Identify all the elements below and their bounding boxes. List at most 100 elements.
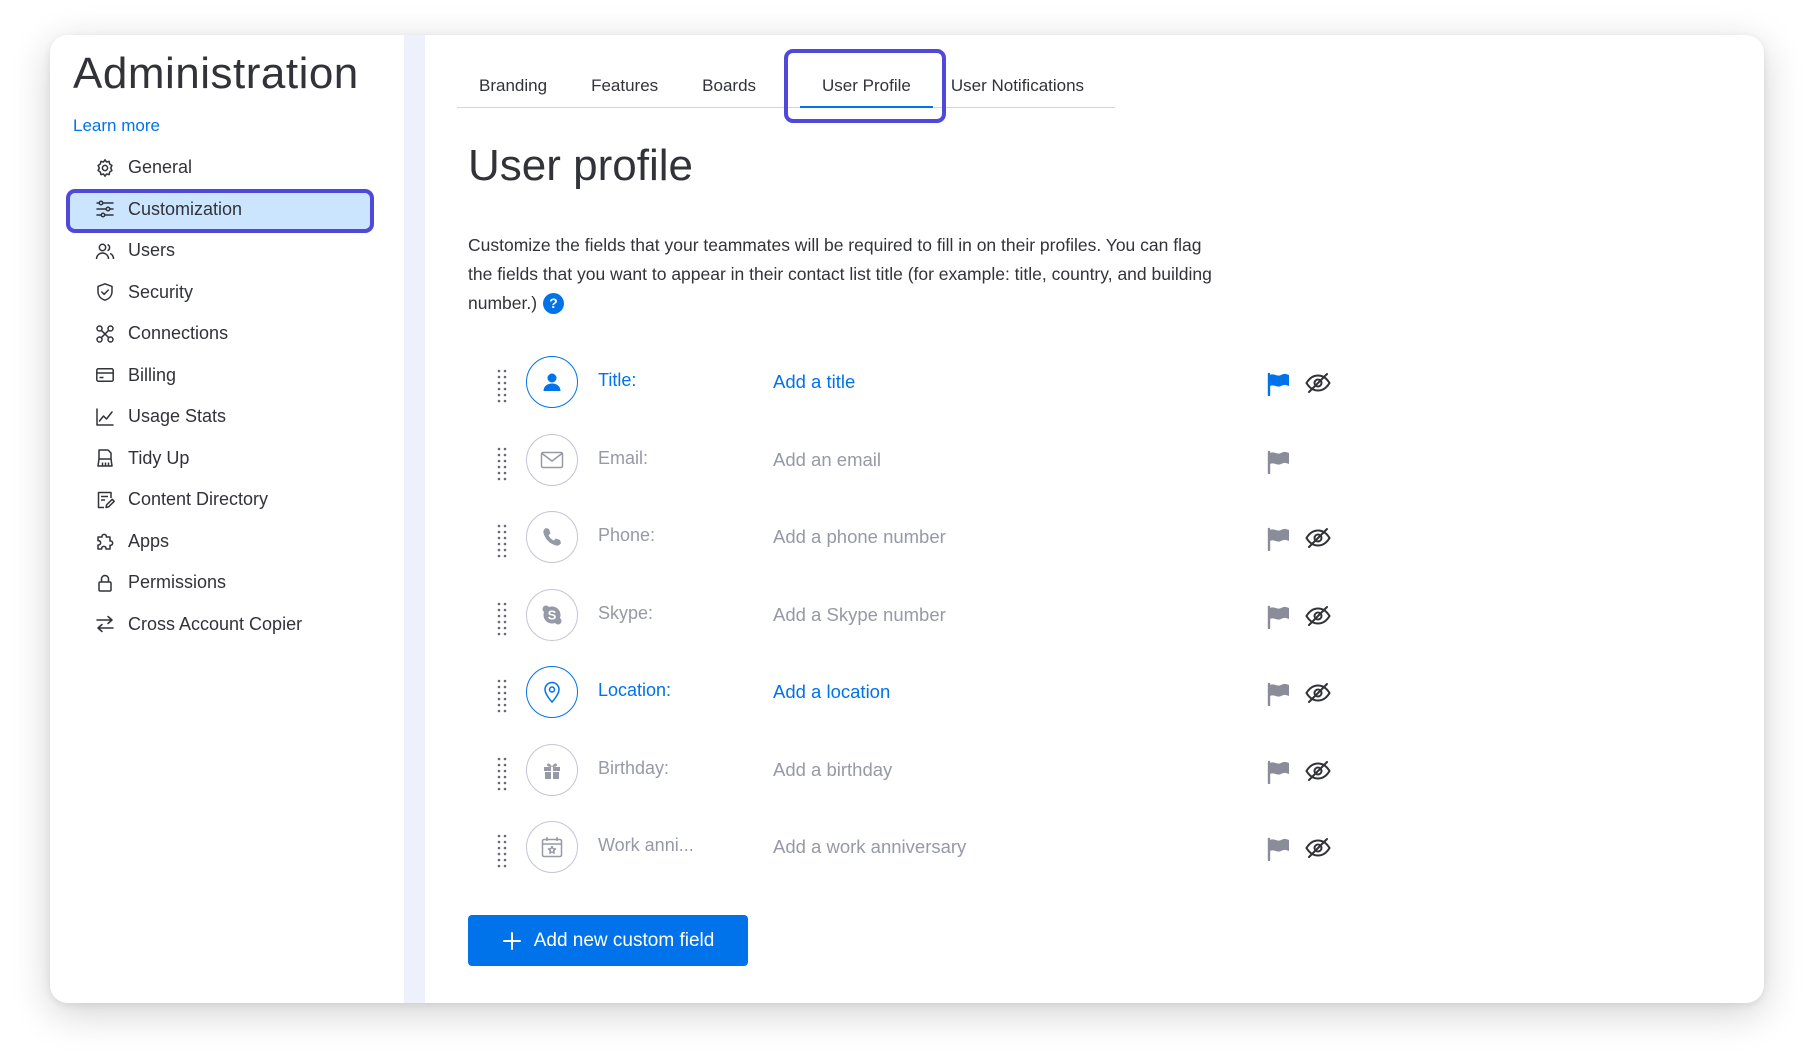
sidebar-item-security[interactable]: Security [50,272,404,314]
tab-user-notifications[interactable]: User Notifications [929,65,1106,107]
sidebar-item-users[interactable]: Users [50,230,404,272]
tab-branding[interactable]: Branding [457,65,569,107]
help-icon[interactable]: ? [543,293,565,314]
field-row-location: Location: Add a location [468,666,1368,744]
sidebar-item-label: Customization [128,198,243,219]
profile-fields-list: Title: Add a title Email: Add an email P… [468,356,1368,899]
svg-text:S: S [548,607,557,622]
gift-icon [526,743,578,796]
field-row-skype: S Skype: Add a Skype number [468,588,1368,667]
drag-handle-icon[interactable] [496,524,508,558]
admin-title: Administration [73,49,359,98]
description-text: Customize the fields that your teammates… [468,235,1212,313]
main-content: Branding Features Boards User Profile Us… [425,35,1764,1003]
lock-icon [94,572,116,594]
field-label: Title: [598,370,637,390]
flag-icon[interactable] [1266,450,1292,474]
drag-handle-icon[interactable] [496,602,508,636]
eye-slash-icon[interactable] [1304,759,1332,783]
location-pin-icon [526,666,578,718]
flag-icon[interactable] [1266,682,1292,706]
tab-user-profile[interactable]: User Profile [784,49,946,123]
field-label: Location: [598,680,672,700]
gear-icon [94,157,116,179]
eye-slash-icon[interactable] [1304,526,1332,550]
sidebar: Administration Learn more General Custom… [50,35,404,1003]
field-row-phone: Phone: Add a phone number [468,511,1368,589]
drag-handle-icon[interactable] [496,679,508,713]
learn-more-link[interactable]: Learn more [73,116,160,136]
sidebar-item-cross-account-copier[interactable]: Cross Account Copier [50,604,404,646]
sidebar-item-connections[interactable]: Connections [50,313,404,355]
credit-card-icon [94,364,116,386]
field-value-input[interactable]: Add a phone number [773,526,946,548]
sidebar-item-usage-stats[interactable]: Usage Stats [50,396,404,438]
connections-icon [94,323,116,345]
sidebar-item-label: Apps [128,530,170,551]
field-row-title: Title: Add a title [468,356,1368,434]
flag-icon[interactable] [1266,760,1292,784]
sidebar-item-label: Tidy Up [128,447,190,468]
phone-icon [526,511,578,563]
field-row-work-anniversary: Work anni... Add a work anniversary [468,821,1368,899]
sidebar-item-label: Permissions [128,572,227,593]
field-label: Birthday: [598,757,670,778]
sidebar-item-label: Cross Account Copier [128,613,303,634]
shield-icon [94,281,116,303]
puzzle-icon [94,530,116,552]
eye-slash-icon[interactable] [1304,371,1332,395]
eye-slash-icon[interactable] [1304,836,1332,860]
field-value-input[interactable]: Add a birthday [773,759,892,781]
sidebar-item-label: Billing [128,364,177,385]
sidebar-item-customization[interactable]: Customization [50,188,404,232]
sidebar-item-permissions[interactable]: Permissions [50,562,404,604]
admin-window: Administration Learn more General Custom… [50,35,1764,1003]
drag-handle-icon[interactable] [496,757,508,791]
tab-features[interactable]: Features [569,65,680,107]
field-row-birthday: Birthday: Add a birthday [468,743,1368,822]
field-label: Phone: [598,525,656,545]
flag-icon[interactable] [1266,837,1292,861]
flag-icon[interactable] [1266,372,1292,396]
content-directory-icon [94,489,116,511]
swap-arrows-icon [94,613,116,635]
sidebar-item-label: Security [128,281,194,302]
field-value-input[interactable]: Add an email [773,449,881,471]
broom-icon [94,447,116,469]
field-label: Work anni... [598,835,694,855]
sidebar-item-tidy-up[interactable]: Tidy Up [50,438,404,480]
tab-label: User Profile [822,76,911,95]
eye-slash-icon[interactable] [1304,604,1332,628]
tab-bar: Branding Features Boards User Profile Us… [457,49,1115,123]
field-value-input[interactable]: Add a Skype number [773,604,946,626]
sidebar-item-label: Content Directory [128,489,269,510]
drag-handle-icon[interactable] [496,834,508,868]
sidebar-nav: General Customization Users Security Con… [50,147,404,645]
sidebar-item-content-directory[interactable]: Content Directory [50,479,404,521]
sliders-icon [94,198,116,220]
tab-boards[interactable]: Boards [680,65,778,107]
sidebar-item-label: Connections [128,323,229,344]
page-title: User profile [468,141,693,190]
sidebar-item-general[interactable]: General [50,147,404,189]
field-value-input[interactable]: Add a title [773,371,855,393]
sidebar-divider [404,35,425,1003]
sidebar-item-label: General [128,157,193,178]
field-label: Skype: [598,602,654,623]
sidebar-item-label: Users [128,240,176,261]
user-icon [526,356,578,408]
sidebar-item-billing[interactable]: Billing [50,355,404,397]
add-custom-field-button[interactable]: Add new custom field [468,915,748,966]
eye-slash-icon[interactable] [1304,681,1332,705]
add-button-label: Add new custom field [533,929,715,951]
sidebar-item-apps[interactable]: Apps [50,521,404,563]
flag-icon[interactable] [1266,527,1292,551]
plus-icon [502,931,521,950]
calendar-star-icon [526,821,578,873]
field-value-input[interactable]: Add a location [773,681,890,703]
drag-handle-icon[interactable] [496,369,508,403]
field-label: Email: [598,447,649,468]
drag-handle-icon[interactable] [496,447,508,481]
field-value-input[interactable]: Add a work anniversary [773,836,966,858]
flag-icon[interactable] [1266,605,1292,629]
